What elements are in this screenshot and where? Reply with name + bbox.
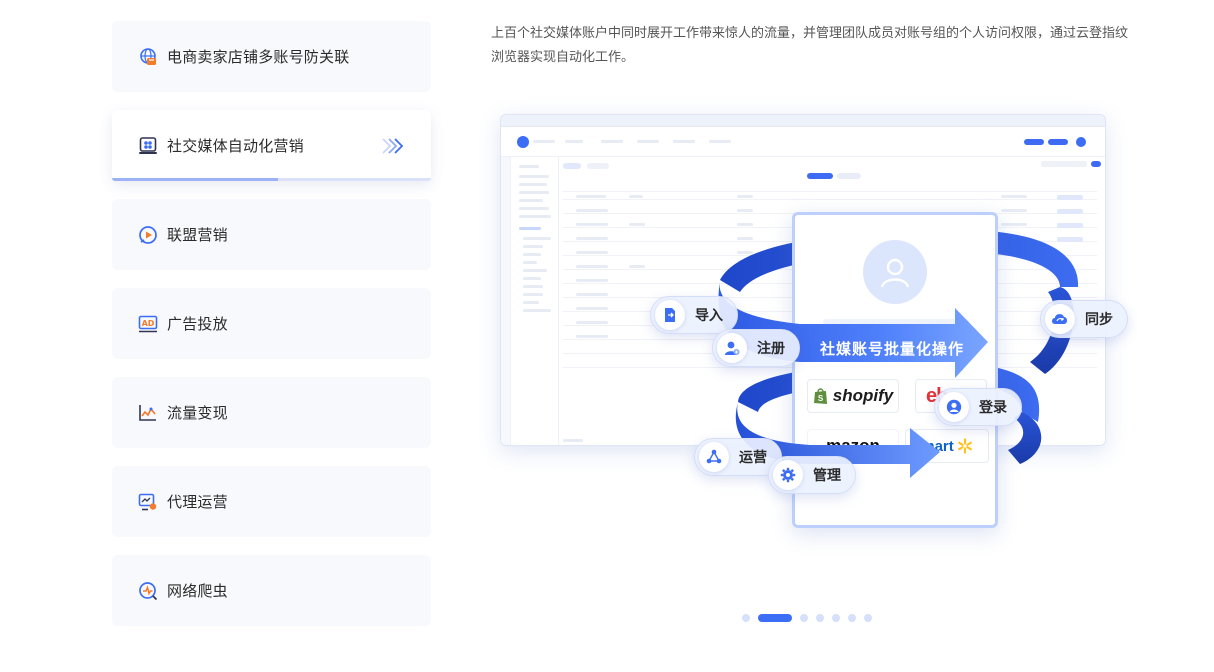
svg-text:AD: AD [142, 319, 155, 328]
screenshot-tabbar [501, 115, 1105, 127]
carousel-dot[interactable] [816, 614, 824, 622]
automation-illustration: S shopify eb mazon mart [500, 112, 1140, 542]
carousel-dot[interactable] [800, 614, 808, 622]
trend-line-icon [138, 403, 158, 423]
menu-progress-fill [112, 178, 278, 181]
import-doc-icon [655, 300, 685, 330]
menu-item-label: 代理运营 [167, 493, 228, 511]
agent-monitor-icon [138, 492, 158, 512]
user-add-icon [717, 333, 747, 363]
scenario-description: 上百个社交媒体账户中同时展开工作带来惊人的流量，并管理团队成员对账号组的个人访问… [491, 26, 1129, 65]
menu-item-advertising[interactable]: AD 广告投放 [112, 288, 431, 359]
gear-icon [773, 460, 803, 490]
menu-item-traffic-monetization[interactable]: 流量变现 [112, 377, 431, 448]
menu-item-ecommerce[interactable]: 电商卖家店铺多账号防关联 [112, 21, 431, 92]
scenario-menu: 电商卖家店铺多账号防关联 社交媒体自动化营销 联盟营销 AD 广告投放 流量变现… [112, 21, 431, 644]
carousel-dot[interactable] [864, 614, 872, 622]
chevrons-right-icon [381, 136, 405, 160]
menu-item-affiliate[interactable]: 联盟营销 [112, 199, 431, 270]
chip-import: 导入 [650, 296, 738, 334]
chip-manage: 管理 [768, 456, 856, 494]
walmart-logo: mart [905, 429, 989, 463]
menu-item-label: 流量变现 [167, 404, 228, 422]
chip-sync: 同步 [1040, 300, 1128, 338]
svg-text:S: S [818, 394, 824, 403]
network-nodes-icon [699, 442, 729, 472]
carousel-pagination [742, 614, 880, 622]
menu-item-label: 联盟营销 [167, 226, 228, 244]
menu-item-web-crawler[interactable]: 网络爬虫 [112, 555, 431, 626]
menu-item-label: 社交媒体自动化营销 [167, 137, 304, 155]
chip-login: 登录 [934, 388, 1022, 426]
social-grid-icon [138, 136, 158, 156]
user-avatar-icon [863, 240, 927, 304]
menu-item-agency-operation[interactable]: 代理运营 [112, 466, 431, 537]
carousel-dot[interactable] [742, 614, 750, 622]
carousel-dot[interactable] [848, 614, 856, 622]
menu-item-label: 广告投放 [167, 315, 228, 333]
menu-item-label: 电商卖家店铺多账号防关联 [167, 48, 350, 66]
screenshot-group-tree [513, 157, 559, 445]
carousel-dot[interactable] [832, 614, 840, 622]
globe-store-icon [138, 47, 158, 67]
chip-register: 注册 [712, 329, 800, 367]
batch-operation-label: 社媒账号批量化操作 [820, 340, 965, 358]
screenshot-header [501, 127, 1105, 157]
ad-board-icon: AD [138, 314, 158, 334]
user-login-icon [939, 392, 969, 422]
screenshot-sidebar [501, 157, 511, 445]
menu-progress-track [112, 178, 431, 181]
menu-item-social-media[interactable]: 社交媒体自动化营销 [112, 110, 431, 181]
menu-item-label: 网络爬虫 [167, 582, 228, 600]
spider-search-icon [138, 581, 158, 601]
shopify-logo: S shopify [807, 379, 899, 413]
carousel-dot[interactable] [758, 614, 792, 622]
cloud-sync-icon [1045, 304, 1075, 334]
play-circle-icon [138, 225, 158, 245]
